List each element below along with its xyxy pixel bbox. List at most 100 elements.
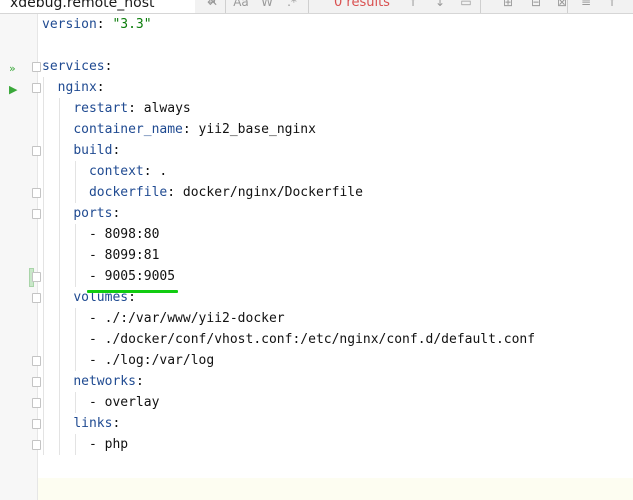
divider xyxy=(480,0,481,13)
divider xyxy=(225,0,226,13)
divider xyxy=(567,0,568,13)
fold-marker-icon[interactable] xyxy=(32,377,41,387)
run-icon[interactable]: ▶ xyxy=(9,79,17,100)
search-bar: xdebug.remote_host ✕ ↵ Aa W .* 0 results… xyxy=(0,0,633,14)
yaml-key: restart xyxy=(73,101,129,116)
code-text: links: xyxy=(42,413,120,434)
yaml-key: container_name xyxy=(73,122,183,137)
code-line[interactable]: container_name: yii2_base_nginx xyxy=(0,119,633,140)
yaml-value: - ./log:/var/log xyxy=(88,353,215,368)
code-line[interactable] xyxy=(0,35,633,56)
yaml-value: always xyxy=(143,101,191,116)
yaml-value: - 8099:81 xyxy=(88,248,160,263)
yaml-separator: : xyxy=(112,206,121,221)
yaml-key: build xyxy=(73,143,113,158)
yaml-key: dockerfile xyxy=(88,185,168,200)
code-text: - ./:/var/www/yii2-docker xyxy=(42,308,285,329)
fold-marker-icon[interactable] xyxy=(32,398,41,408)
yaml-key: version xyxy=(42,17,97,32)
fold-marker-icon[interactable] xyxy=(32,209,41,219)
code-text: - 8098:80 xyxy=(42,224,159,245)
code-line[interactable]: dockerfile: docker/nginx/Dockerfile xyxy=(0,182,633,203)
code-text: - ./docker/conf/vhost.conf:/etc/nginx/co… xyxy=(42,329,535,350)
fold-marker-icon[interactable] xyxy=(32,272,41,282)
filter-icon[interactable]: ⊞ xyxy=(500,0,516,10)
yaml-value: . xyxy=(159,164,168,179)
code-text: ports: xyxy=(42,203,120,224)
divider xyxy=(308,0,309,13)
yaml-key: nginx xyxy=(57,80,97,95)
yaml-separator: : xyxy=(96,80,105,95)
caret-line xyxy=(38,478,633,500)
fold-marker-icon[interactable] xyxy=(32,62,41,72)
fold-marker-icon[interactable] xyxy=(32,440,41,450)
select-all-icon[interactable]: ▭ xyxy=(458,0,474,10)
prev-occurrence-icon[interactable]: ↑ xyxy=(405,0,421,10)
code-line[interactable]: - ./log:/var/log xyxy=(0,350,633,371)
code-line[interactable] xyxy=(0,455,633,476)
code-line[interactable]: - ./docker/conf/vhost.conf:/etc/nginx/co… xyxy=(0,329,633,350)
code-text: - overlay xyxy=(42,392,159,413)
fold-marker-icon[interactable] xyxy=(32,83,41,93)
filter-lines-icon[interactable]: ≡ xyxy=(578,0,594,10)
code-text: - ./log:/var/log xyxy=(42,350,214,371)
code-text: nginx: xyxy=(42,77,105,98)
code-line[interactable]: networks: xyxy=(0,371,633,392)
code-line[interactable]: restart: always xyxy=(0,98,633,119)
code-line[interactable]: ports: xyxy=(0,203,633,224)
regex-icon[interactable]: .* xyxy=(284,0,300,10)
yaml-separator: : xyxy=(135,374,144,389)
multiline-icon[interactable]: ⊟ xyxy=(528,0,544,10)
yaml-separator: : xyxy=(96,17,113,32)
code-text: build: xyxy=(42,140,120,161)
code-line[interactable]: - php xyxy=(0,434,633,455)
yaml-separator: : xyxy=(128,101,144,116)
yaml-key: networks xyxy=(73,374,136,389)
match-case-icon[interactable]: Aa xyxy=(233,0,249,10)
code-line[interactable]: - 8098:80 xyxy=(0,224,633,245)
code-line[interactable]: context: . xyxy=(0,161,633,182)
code-text: context: . xyxy=(42,161,167,182)
code-line[interactable]: - 9005:9005 xyxy=(0,266,633,287)
code-line[interactable]: » services: xyxy=(0,56,633,77)
code-line[interactable]: - 8099:81 xyxy=(0,245,633,266)
yaml-key: context xyxy=(88,164,144,179)
code-text: restart: always xyxy=(42,98,191,119)
code-text: services: xyxy=(42,56,112,77)
pin-top-icon[interactable]: ↑ xyxy=(604,0,620,10)
fold-marker-icon[interactable] xyxy=(32,146,41,156)
code-line[interactable]: links: xyxy=(0,413,633,434)
next-occurrence-icon[interactable]: ↓ xyxy=(432,0,448,10)
fold-marker-icon[interactable] xyxy=(32,188,41,198)
code-line[interactable]: build: xyxy=(0,140,633,161)
yaml-separator: : xyxy=(182,122,199,137)
yaml-separator: : xyxy=(112,143,121,158)
search-results-count: 0 results xyxy=(334,0,390,10)
fold-marker-icon[interactable] xyxy=(32,356,41,366)
yaml-value: yii2_base_nginx xyxy=(198,122,316,137)
code-text: - 9005:9005 xyxy=(42,266,175,287)
code-line[interactable]: - ./:/var/www/yii2-docker xyxy=(0,308,633,329)
search-input[interactable]: xdebug.remote_host xyxy=(0,0,195,13)
yaml-value: "3.3" xyxy=(112,17,152,32)
code-line[interactable]: - overlay xyxy=(0,392,633,413)
run-all-icon[interactable]: » xyxy=(9,58,16,79)
yaml-key: links xyxy=(73,416,113,431)
code-text: container_name: yii2_base_nginx xyxy=(42,119,316,140)
code-text: networks: xyxy=(42,371,144,392)
yaml-key: services xyxy=(42,59,105,74)
yaml-separator: : xyxy=(167,185,183,200)
yaml-value: - ./docker/conf/vhost.conf:/etc/nginx/co… xyxy=(88,332,536,347)
yaml-value: - php xyxy=(88,437,129,452)
code-text: version: "3.3" xyxy=(42,14,152,35)
enter-icon[interactable]: ↵ xyxy=(204,0,220,10)
whole-word-icon[interactable]: W xyxy=(259,0,275,10)
fold-marker-icon[interactable] xyxy=(32,419,41,429)
yaml-separator: : xyxy=(112,416,121,431)
yaml-separator: : xyxy=(104,59,113,74)
code-line[interactable]: version: "3.3" xyxy=(0,14,633,35)
code-text: - php xyxy=(42,434,128,455)
fold-marker-icon[interactable] xyxy=(32,293,41,303)
code-line[interactable]: ▶ nginx: xyxy=(0,77,633,98)
code-text: dockerfile: docker/nginx/Dockerfile xyxy=(42,182,363,203)
